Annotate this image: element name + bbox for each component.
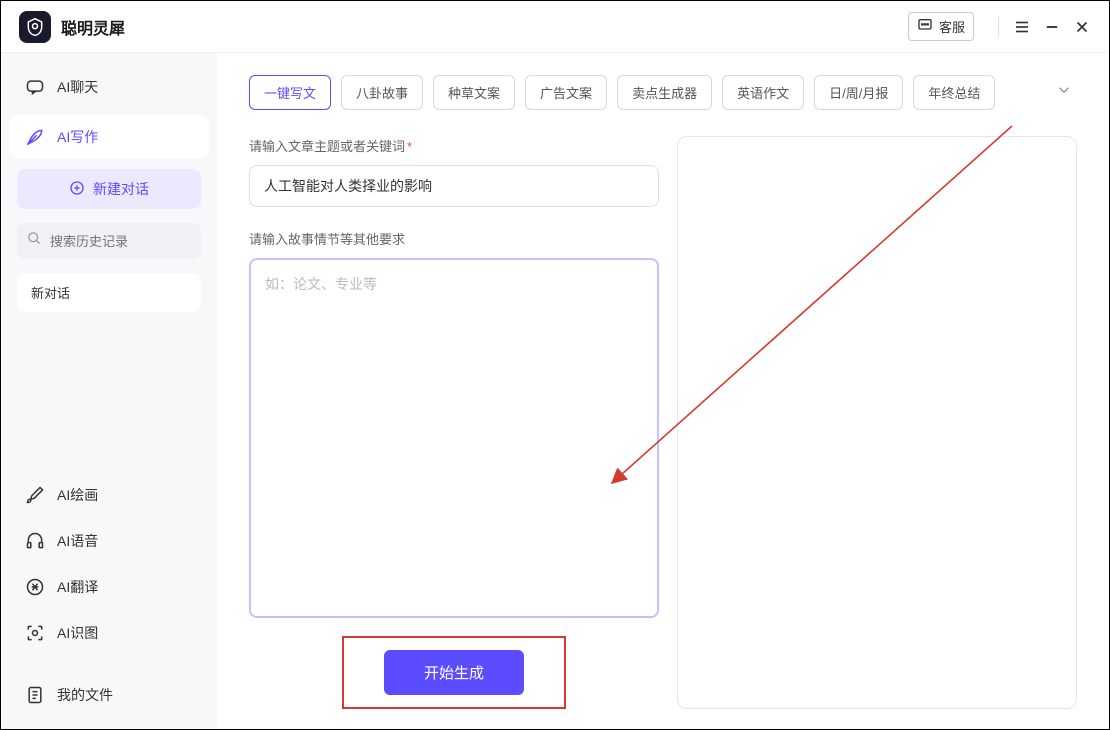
titlebar: 聪明灵犀 客服 [1,1,1109,53]
support-label: 客服 [939,17,965,36]
translate-icon [25,577,45,597]
sidebar-tool-translate[interactable]: AI翻译 [9,565,209,609]
menu-button[interactable] [1007,12,1037,42]
sidebar-tool-label: AI绘画 [57,485,98,505]
required-mark: * [407,139,412,154]
sidebar-tool-vision[interactable]: AI识图 [9,611,209,655]
sidebar-item-label: AI聊天 [57,77,98,97]
feather-icon [25,127,45,147]
main-content: 一键写文 八卦故事 种草文案 广告文案 卖点生成器 英语作文 日/周/月报 年终… [217,53,1109,729]
tab-english[interactable]: 英语作文 [722,75,804,110]
sidebar-item-label: AI写作 [57,127,98,147]
sidebar: AI聊天 AI写作 新建对话 新对话 AI绘画 AI语音 [1,53,217,729]
new-chat-label: 新建对话 [93,179,149,199]
search-box[interactable] [17,223,201,259]
divider [998,17,999,37]
tab-ad[interactable]: 广告文案 [525,75,607,110]
detail-textarea[interactable] [249,258,659,618]
topic-label: 请输入文章主题或者关键词* [249,136,659,155]
plus-circle-icon [69,180,85,199]
brush-icon [25,485,45,505]
output-panel [677,136,1077,709]
support-button[interactable]: 客服 [908,12,974,41]
topic-input[interactable] [249,165,659,207]
file-icon [25,685,45,705]
chevron-down-icon [1055,86,1073,103]
sidebar-item-writing[interactable]: AI写作 [9,115,209,159]
app-title: 聪明灵犀 [61,15,125,39]
chat-bubble-icon [25,77,45,97]
sidebar-files[interactable]: 我的文件 [9,673,209,717]
sidebar-tool-voice[interactable]: AI语音 [9,519,209,563]
sidebar-tool-label: AI识图 [57,623,98,643]
app-logo [19,11,51,43]
search-input[interactable] [50,234,191,249]
tab-year-end[interactable]: 年终总结 [913,75,995,110]
generate-callout-box: 开始生成 [342,636,566,709]
sidebar-item-chat[interactable]: AI聊天 [9,65,209,109]
sidebar-tool-label: AI语音 [57,531,98,551]
input-form: 请输入文章主题或者关键词* 请输入故事情节等其他要求 开始生成 [249,136,659,709]
tab-gossip[interactable]: 八卦故事 [341,75,423,110]
headphone-icon [25,531,45,551]
new-chat-button[interactable]: 新建对话 [17,169,201,209]
tabs-expand[interactable] [1051,77,1077,108]
sidebar-files-label: 我的文件 [57,685,113,705]
generate-button[interactable]: 开始生成 [384,650,524,695]
chat-icon [917,17,933,36]
sidebar-tool-label: AI翻译 [57,577,98,597]
conversation-title: 新对话 [31,286,70,301]
conversation-item[interactable]: 新对话 [17,273,201,312]
sidebar-tool-paint[interactable]: AI绘画 [9,473,209,517]
image-scan-icon [25,623,45,643]
search-icon [27,231,42,251]
tab-report[interactable]: 日/周/月报 [814,75,903,110]
tab-one-click[interactable]: 一键写文 [249,75,331,110]
tab-seeding[interactable]: 种草文案 [433,75,515,110]
minimize-button[interactable] [1037,12,1067,42]
tab-selling-point[interactable]: 卖点生成器 [617,75,712,110]
template-tabs: 一键写文 八卦故事 种草文案 广告文案 卖点生成器 英语作文 日/周/月报 年终… [249,75,1077,110]
close-button[interactable] [1067,12,1097,42]
detail-label: 请输入故事情节等其他要求 [249,229,659,248]
